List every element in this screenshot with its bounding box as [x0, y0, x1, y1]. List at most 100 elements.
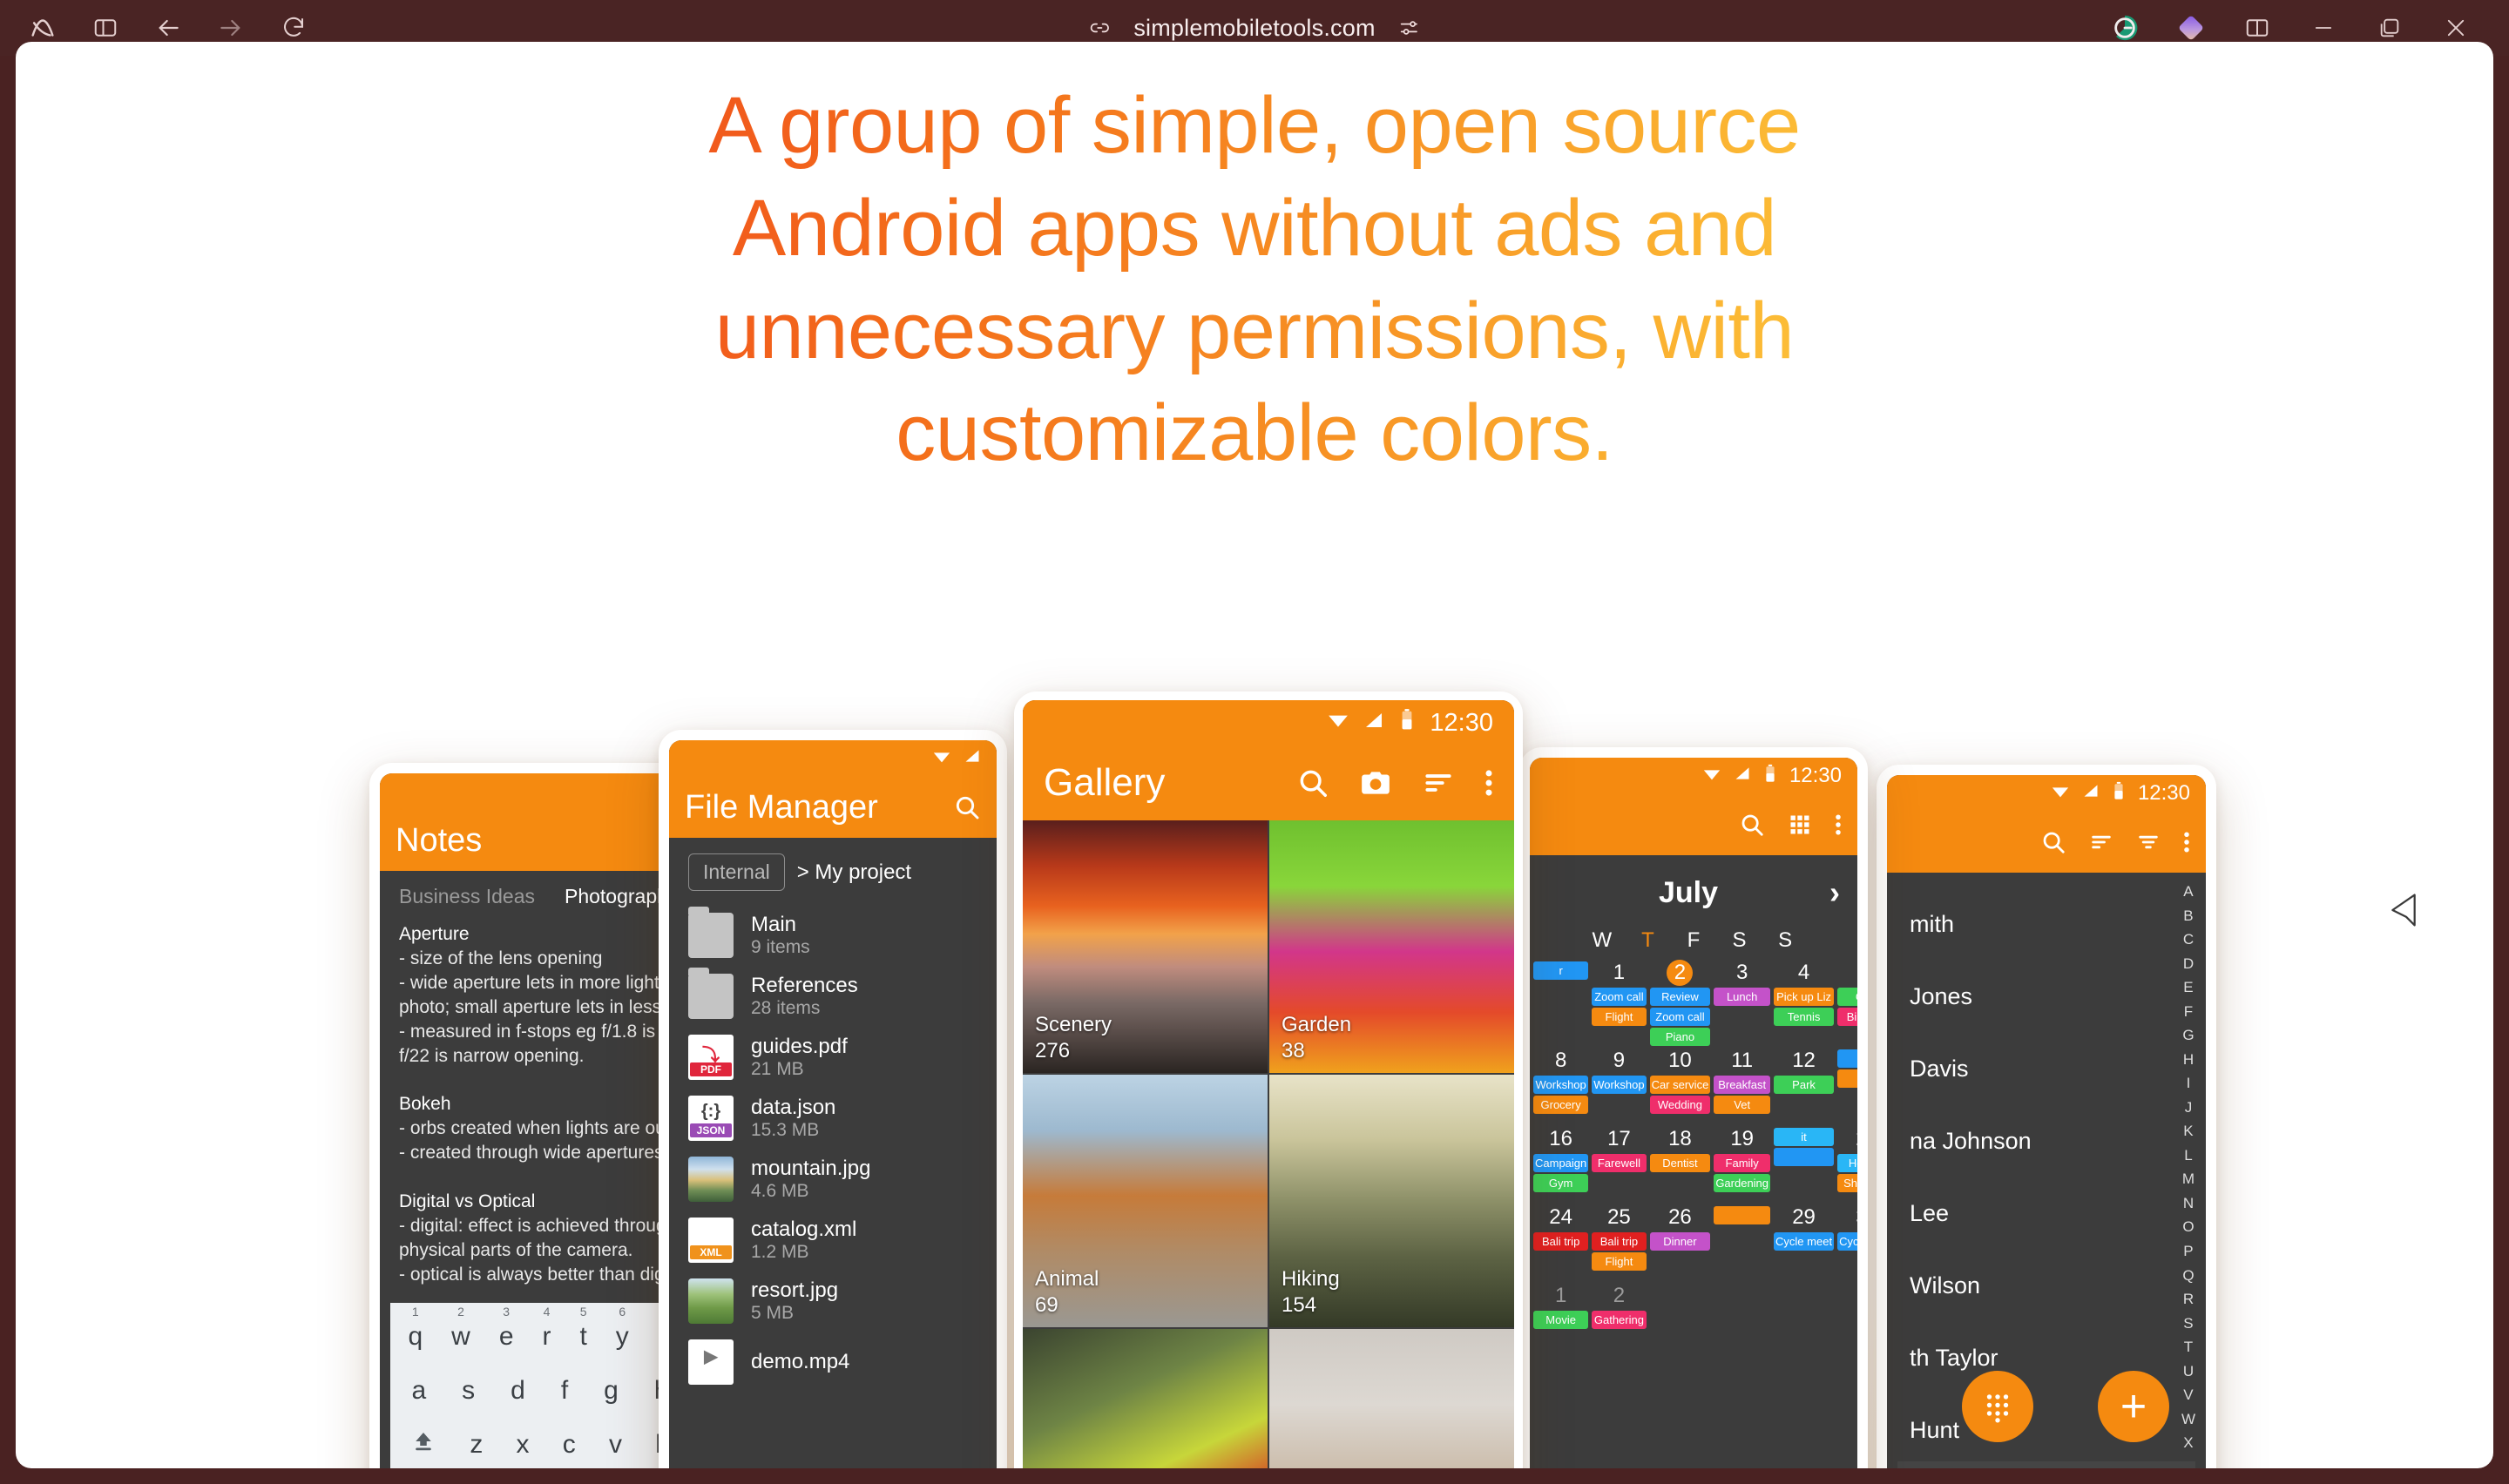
sidebar-toggle-icon[interactable] [87, 10, 124, 46]
key-f[interactable]: f [561, 1376, 568, 1406]
calendar-day-cell[interactable]: 29 Cycle meet [1773, 1204, 1835, 1281]
file-row[interactable]: Main 9 items [669, 905, 997, 966]
key-r[interactable]: 4r [542, 1305, 551, 1352]
minimize-icon[interactable] [2305, 10, 2342, 46]
calendar-day-cell[interactable]: 1 Movie [1532, 1283, 1589, 1359]
camera-icon[interactable] [1359, 766, 1392, 799]
chevron-right-icon[interactable]: › [1829, 874, 1840, 911]
calendar-event[interactable]: Zoom call [1592, 988, 1647, 1006]
calendar-event[interactable]: Grocery [1533, 1096, 1589, 1114]
calendar-event[interactable]: Zoom call [1649, 1008, 1711, 1026]
calendar-event[interactable]: Breakfast [1714, 1076, 1771, 1094]
close-icon[interactable] [2438, 10, 2474, 46]
calendar-event[interactable] [1714, 1206, 1771, 1224]
calendar-day-cell[interactable]: 18 Dentist [1649, 1126, 1712, 1203]
calendar-day-cell[interactable] [1713, 1204, 1771, 1281]
file-row[interactable]: ⤵ PDF guides.pdf 21 MB [669, 1027, 997, 1088]
split-view-icon[interactable] [2239, 10, 2276, 46]
alpha-index-letter[interactable]: O [2182, 1215, 2194, 1239]
calendar-day-cell[interactable]: 22 Holiday Shopping [1836, 1126, 1857, 1203]
calendar-event[interactable]: Gardening [1714, 1174, 1771, 1192]
key-c[interactable]: c [563, 1430, 576, 1460]
calendar-event[interactable]: Tennis [1774, 1008, 1835, 1026]
key-w[interactable]: 2w [451, 1305, 470, 1352]
alpha-index-letter[interactable]: A [2183, 880, 2193, 904]
alpha-index-letter[interactable]: X [2183, 1431, 2193, 1455]
calendar-event[interactable]: Cycle meet [1837, 1232, 1857, 1251]
gallery-album-tile[interactable]: Animal 69 [1023, 1075, 1268, 1327]
contact-row[interactable]: Davis [1887, 1033, 2206, 1105]
gallery-album-tile[interactable]: Hiking 154 [1269, 1075, 1514, 1327]
calendar-event[interactable]: Vet [1714, 1096, 1771, 1114]
breadcrumb-path[interactable]: > My project [797, 860, 911, 885]
calendar-event[interactable]: Pick up Liz [1774, 988, 1835, 1006]
grammarly-icon[interactable] [2107, 10, 2143, 46]
calendar-event[interactable]: Gym [1533, 1174, 1589, 1192]
calendar-event[interactable]: Family [1714, 1154, 1771, 1172]
calendar-event[interactable]: Flight [1592, 1252, 1647, 1271]
onscreen-keyboard[interactable]: 1q2w3e4r5t6y7u asdfgh z x c v b ?123 , [390, 1303, 690, 1468]
file-row[interactable]: {:} JSON data.json 15.3 MB [669, 1088, 997, 1149]
calendar-event[interactable]: Workshop [1533, 1076, 1589, 1094]
filter-icon[interactable] [2136, 830, 2161, 854]
calendar-event[interactable]: Gym [1837, 988, 1857, 1006]
key-g[interactable]: g [604, 1376, 619, 1406]
address-url[interactable]: simplemobiletools.com [1133, 15, 1375, 42]
alpha-index-letter[interactable]: T [2184, 1335, 2193, 1359]
file-row[interactable]: mountain.jpg 4.6 MB [669, 1149, 997, 1210]
calendar-event[interactable]: Workshop [1592, 1076, 1647, 1094]
contact-row[interactable]: na Johnson [1887, 1105, 2206, 1177]
contact-row[interactable]: Wilson [1887, 1250, 2206, 1322]
calendar-event[interactable]: r [1533, 961, 1589, 980]
calendar-day-cell[interactable]: 2 Review Zoom call Piano [1649, 960, 1712, 1046]
calendar-event[interactable]: it [1774, 1128, 1835, 1146]
more-vert-icon[interactable] [1835, 812, 1842, 838]
calendar-event[interactable]: Lunch [1714, 988, 1771, 1006]
file-row[interactable]: resort.jpg 5 MB [669, 1271, 997, 1332]
tab-business-ideas[interactable]: Business Ideas [399, 885, 535, 908]
alpha-index-letter[interactable]: W [2181, 1407, 2195, 1432]
search-icon[interactable] [2040, 829, 2066, 855]
file-row[interactable]: ▶ demo.mp4 [669, 1332, 997, 1393]
contact-row[interactable]: Jones [1887, 961, 2206, 1033]
calendar-day-cell[interactable]: g [1836, 1048, 1857, 1124]
reload-icon[interactable] [275, 10, 312, 46]
key-v[interactable]: v [609, 1430, 622, 1460]
key-z[interactable]: z [470, 1430, 483, 1460]
calendar-event[interactable]: Dinner [1649, 1232, 1711, 1251]
key-d[interactable]: d [511, 1376, 525, 1406]
alpha-index-letter[interactable]: Q [2182, 1264, 2194, 1288]
calendar-event[interactable] [1837, 1069, 1857, 1088]
calendar-event[interactable]: Park [1774, 1076, 1835, 1094]
contacts-add-fab[interactable]: + [2098, 1371, 2169, 1442]
search-icon[interactable] [1296, 766, 1329, 799]
address-bar[interactable]: simplemobiletools.com [1088, 15, 1420, 42]
alpha-index-letter[interactable]: D [2183, 952, 2194, 976]
calendar-day-cell[interactable]: 30Cycle meet [1836, 1204, 1857, 1281]
alpha-index-letter[interactable]: I [2187, 1071, 2191, 1096]
calendar-event[interactable]: g [1837, 1049, 1857, 1068]
contacts-dialpad-fab[interactable] [1962, 1371, 2033, 1442]
alpha-index-letter[interactable]: U [2183, 1359, 2194, 1384]
gallery-album-grid[interactable]: Scenery 276 Garden 38 Animal 69 Hiking 154 [1023, 820, 1514, 1468]
calendar-day-cell[interactable]: 2 Gathering [1591, 1283, 1647, 1359]
calendar-event[interactable]: Car service [1649, 1076, 1711, 1094]
calendar-day-cell[interactable]: 26 Dinner [1649, 1204, 1712, 1281]
calendar-event[interactable]: Gathering [1592, 1311, 1647, 1329]
calendar-day-cell[interactable]: 19 Family Gardening [1713, 1126, 1771, 1203]
key-y[interactable]: 6y [616, 1305, 629, 1352]
alpha-index-letter[interactable]: S [2183, 1312, 2193, 1336]
key-q[interactable]: 1q [408, 1305, 423, 1352]
calendar-event[interactable]: Cycle meet [1774, 1232, 1835, 1251]
extension-icon[interactable] [2173, 10, 2209, 46]
search-icon[interactable] [953, 793, 981, 821]
alpha-index-letter[interactable]: M [2182, 1167, 2195, 1191]
contact-row[interactable]: mith [1887, 888, 2206, 961]
file-row[interactable]: References 28 items [669, 966, 997, 1027]
calendar-event[interactable] [1774, 1148, 1835, 1166]
calendar-day-cell[interactable]: 8 Workshop Grocery [1532, 1048, 1589, 1124]
arc-logo-icon[interactable] [24, 10, 61, 46]
shift-icon[interactable] [410, 1428, 436, 1461]
alpha-index-letter[interactable]: V [2183, 1383, 2193, 1407]
contacts-bottom-nav[interactable]: Favorites Groups [1897, 1461, 2195, 1468]
